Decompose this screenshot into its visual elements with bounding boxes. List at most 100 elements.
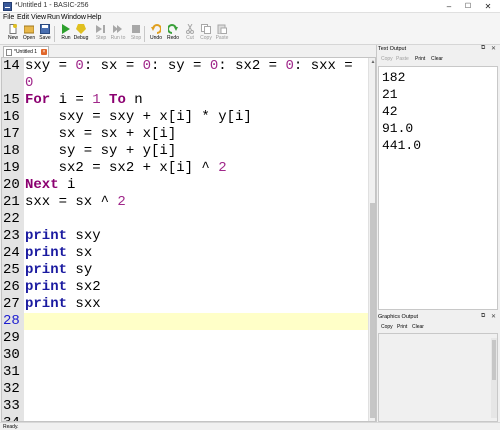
code-line[interactable]: 28 xyxy=(2,313,368,330)
run-to-icon xyxy=(113,24,123,34)
menu-edit[interactable]: Edit xyxy=(17,14,29,21)
menu-bar: File Edit View Run Window Help xyxy=(0,13,500,23)
run-button[interactable]: Run xyxy=(58,24,74,44)
close-button[interactable]: ✕ xyxy=(479,1,497,12)
code-line[interactable]: 31 xyxy=(2,364,368,381)
status-bar: Ready. xyxy=(0,422,500,430)
code-line[interactable]: 32 xyxy=(2,381,368,398)
code-text: print sx xyxy=(25,245,93,261)
graphics-scrollbar-thumb[interactable] xyxy=(492,340,496,380)
code-line[interactable]: 19 sx2 = sx2 + x[i] ^ 2 xyxy=(2,160,368,177)
text-output-toolbar: Copy Paste Print Clear xyxy=(381,56,481,64)
line-number: 27 xyxy=(3,296,20,312)
toolbar-label: Copy xyxy=(200,35,212,41)
status-text: Ready. xyxy=(3,424,19,430)
redo-icon xyxy=(167,24,178,34)
new-button[interactable]: New xyxy=(5,24,21,44)
code-line[interactable]: 30 xyxy=(2,347,368,364)
debug-button[interactable]: Debug xyxy=(73,24,89,44)
code-text: Next i xyxy=(25,177,76,193)
graphics-output-scrollbar[interactable] xyxy=(491,338,497,418)
copy-button[interactable]: Copy xyxy=(198,24,214,44)
minimize-button[interactable]: – xyxy=(440,1,458,12)
toolbar-label: Paste xyxy=(215,35,229,41)
redo-button[interactable]: Redo xyxy=(165,24,181,44)
code-line[interactable]: 21 sxx = sx ^ 2 xyxy=(2,194,368,211)
output-line: 91.0 xyxy=(382,121,414,136)
graphics-output-close-icon[interactable]: ✕ xyxy=(491,313,496,320)
code-line[interactable]: 15 For i = 1 To n xyxy=(2,92,368,109)
toolbar-separator xyxy=(54,26,55,42)
save-button[interactable]: Save xyxy=(37,24,53,44)
line-number: 17 xyxy=(3,126,20,142)
code-line[interactable]: 27 print sxx xyxy=(2,296,368,313)
menu-run[interactable]: Run xyxy=(47,14,60,21)
tab-untitled-1[interactable]: *Untitled 1 × xyxy=(3,46,49,57)
code-line[interactable]: 0 xyxy=(2,75,368,92)
graphics-output-clear-button[interactable]: Clear xyxy=(412,324,424,330)
text-output-copy-button[interactable]: Copy xyxy=(381,56,393,62)
open-button[interactable]: Open xyxy=(21,24,37,44)
code-editor[interactable]: 14 sxy = 0: sx = 0: sy = 0: sx2 = 0: sxx … xyxy=(1,57,376,422)
stop-button[interactable]: Stop xyxy=(128,24,144,44)
text-output-clear-button[interactable]: Clear xyxy=(431,56,443,62)
code-text: sx = sx + x[i] xyxy=(25,126,177,142)
title-bar: *Untitled 1 - BASIC-256 – ☐ ✕ xyxy=(0,0,500,13)
code-text: For i = 1 To n xyxy=(25,92,143,108)
line-number: 32 xyxy=(3,381,20,397)
line-number: 21 xyxy=(3,194,20,210)
text-output-float-icon[interactable]: ⧉ xyxy=(481,45,485,52)
run-to-button[interactable]: Run to xyxy=(110,24,126,44)
graphics-output-area[interactable] xyxy=(378,333,498,422)
code-text: print sxx xyxy=(25,296,101,312)
toolbar-label: Redo xyxy=(167,35,179,41)
code-line[interactable]: 22 xyxy=(2,211,368,228)
line-number: 31 xyxy=(3,364,20,380)
step-button[interactable]: Step xyxy=(93,24,109,44)
menu-help[interactable]: Help xyxy=(87,14,101,21)
graphics-output-copy-button[interactable]: Copy xyxy=(381,324,393,330)
cut-button[interactable]: Cut xyxy=(182,23,198,44)
paste-button[interactable]: Paste xyxy=(214,24,230,44)
scrollbar-thumb[interactable] xyxy=(370,203,375,418)
toolbar-label: Step xyxy=(95,35,107,41)
code-line[interactable]: 20 Next i xyxy=(2,177,368,194)
editor-scrollbar[interactable]: ▲ xyxy=(368,58,375,421)
graphics-output-float-icon[interactable]: ⧉ xyxy=(481,313,485,320)
debug-icon xyxy=(76,24,86,34)
code-line[interactable]: 16 sxy = sxy + x[i] * y[i] xyxy=(2,109,368,126)
step-icon xyxy=(96,24,106,34)
code-line[interactable]: 34 xyxy=(2,415,368,421)
text-output-print-button[interactable]: Print xyxy=(415,56,425,62)
maximize-button[interactable]: ☐ xyxy=(459,1,477,12)
graphics-output-print-button[interactable]: Print xyxy=(397,324,407,330)
code-text: sy = sy + y[i] xyxy=(25,143,177,159)
run-play-icon xyxy=(61,24,71,34)
menu-window[interactable]: Window xyxy=(61,14,86,21)
code-line[interactable]: 33 xyxy=(2,398,368,415)
code-text: sxy = 0: sx = 0: sy = 0: sx2 = 0: sxx = xyxy=(25,58,353,74)
code-line[interactable]: 24 print sx xyxy=(2,245,368,262)
text-output-close-icon[interactable]: ✕ xyxy=(491,45,496,52)
menu-file[interactable]: File xyxy=(3,14,14,21)
line-number: 25 xyxy=(3,262,20,278)
code-line[interactable]: 26 print sx2 xyxy=(2,279,368,296)
menu-view[interactable]: View xyxy=(31,14,46,21)
code-line[interactable]: 17 sx = sx + x[i] xyxy=(2,126,368,143)
code-line[interactable]: 18 sy = sy + y[i] xyxy=(2,143,368,160)
text-output-area[interactable]: 182 21 42 91.0 441.0 xyxy=(378,66,498,310)
line-number: 24 xyxy=(3,245,20,261)
toolbar-label: Open xyxy=(22,35,36,41)
undo-button[interactable]: Undo xyxy=(148,24,164,44)
line-number: 20 xyxy=(3,177,20,193)
scroll-up-icon[interactable]: ▲ xyxy=(369,58,375,66)
tab-close-icon[interactable]: × xyxy=(41,49,47,55)
code-line[interactable]: 14 sxy = 0: sx = 0: sy = 0: sx2 = 0: sxx … xyxy=(2,58,368,75)
window-title: *Untitled 1 - BASIC-256 xyxy=(15,2,89,9)
new-file-icon xyxy=(8,24,18,34)
code-line[interactable]: 25 print sy xyxy=(2,262,368,279)
dock-splitter[interactable] xyxy=(376,45,377,422)
code-line[interactable]: 23 print sxy xyxy=(2,228,368,245)
code-line[interactable]: 29 xyxy=(2,330,368,347)
text-output-paste-button[interactable]: Paste xyxy=(396,56,409,62)
